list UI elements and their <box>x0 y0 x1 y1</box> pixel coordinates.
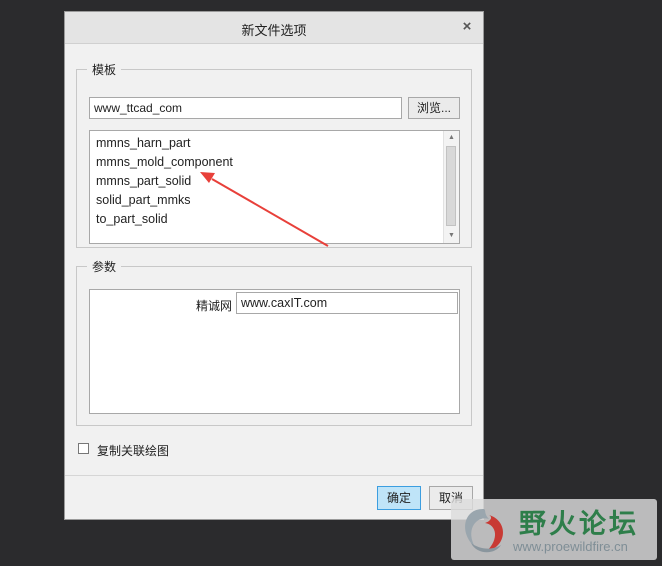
template-group: 模板 浏览... mmns_harn_part mmns_mold_compon… <box>76 61 472 248</box>
list-item[interactable]: solid_part_mmks <box>96 191 233 210</box>
close-icon[interactable]: × <box>459 19 475 35</box>
dialog-title: 新文件选项 <box>241 23 307 38</box>
scroll-thumb[interactable] <box>446 146 456 226</box>
scroll-up-icon[interactable]: ▲ <box>444 131 459 145</box>
copy-drawing-checkbox[interactable] <box>78 443 89 454</box>
ok-button[interactable]: 确定 <box>377 486 421 510</box>
template-list-scrollbar[interactable]: ▲ ▼ <box>443 131 459 243</box>
watermark-logo-icon <box>465 509 504 553</box>
watermark: 野火论坛 www.proewildfire.cn <box>451 499 657 560</box>
watermark-brand: 野火论坛 <box>519 509 639 539</box>
list-item[interactable]: to_part_solid <box>96 210 233 229</box>
scroll-down-icon[interactable]: ▼ <box>444 229 459 243</box>
watermark-url: www.proewildfire.cn <box>513 539 628 554</box>
template-list[interactable]: mmns_harn_part mmns_mold_component mmns_… <box>89 130 460 244</box>
browse-button[interactable]: 浏览... <box>408 97 460 119</box>
list-item[interactable]: mmns_part_solid <box>96 172 233 191</box>
dialog-titlebar: 新文件选项 × <box>65 12 483 44</box>
list-item[interactable]: mmns_harn_part <box>96 134 233 153</box>
footer-divider <box>65 475 483 476</box>
copy-drawing-label: 复制关联绘图 <box>97 444 170 458</box>
parameters-group: 参数 精诚网 <box>76 258 472 426</box>
parameter-name: 精诚网 <box>195 299 232 313</box>
parameters-table: 精诚网 <box>89 289 460 414</box>
template-group-label: 模板 <box>87 61 122 78</box>
list-item[interactable]: mmns_mold_component <box>96 153 233 172</box>
template-path-input[interactable] <box>89 97 402 119</box>
template-list-items: mmns_harn_part mmns_mold_component mmns_… <box>96 134 233 229</box>
parameters-group-label: 参数 <box>87 258 122 275</box>
new-file-options-dialog: 新文件选项 × 模板 浏览... mmns_harn_part mmns_mol… <box>64 11 484 520</box>
parameter-value-input[interactable] <box>236 292 458 314</box>
